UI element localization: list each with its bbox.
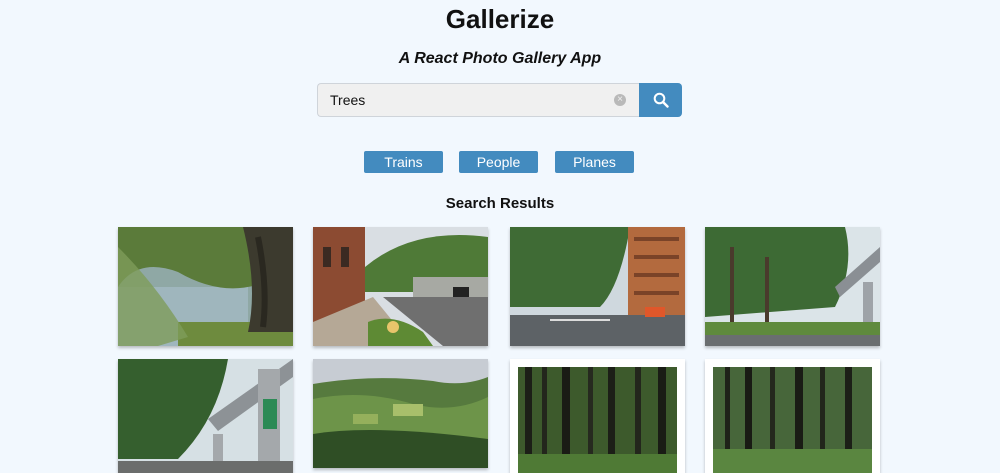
- app-subtitle: A React Photo Gallery App: [398, 50, 602, 67]
- clear-x-icon[interactable]: ×: [614, 94, 626, 106]
- nav-planes-button[interactable]: Planes: [555, 151, 634, 173]
- nav-trains-button[interactable]: Trains: [364, 151, 443, 173]
- photo-forest-trunks[interactable]: [705, 359, 880, 473]
- search-form: ×: [317, 83, 682, 117]
- magnifier-icon: [653, 92, 669, 108]
- photo-dark-forest[interactable]: [510, 359, 685, 473]
- search-input[interactable]: [317, 83, 639, 117]
- photo-city-street[interactable]: [313, 227, 488, 346]
- search-button[interactable]: [639, 83, 682, 117]
- photo-green-hills[interactable]: [313, 359, 488, 468]
- photo-park-monorail[interactable]: [705, 227, 880, 346]
- app-title: Gallerize: [445, 4, 555, 34]
- photo-trees-monorail[interactable]: [118, 359, 293, 473]
- photo-intersection[interactable]: [510, 227, 685, 346]
- photo-willow-tree[interactable]: [118, 227, 293, 346]
- nav-people-button[interactable]: People: [459, 151, 538, 173]
- results-heading: Search Results: [445, 195, 555, 212]
